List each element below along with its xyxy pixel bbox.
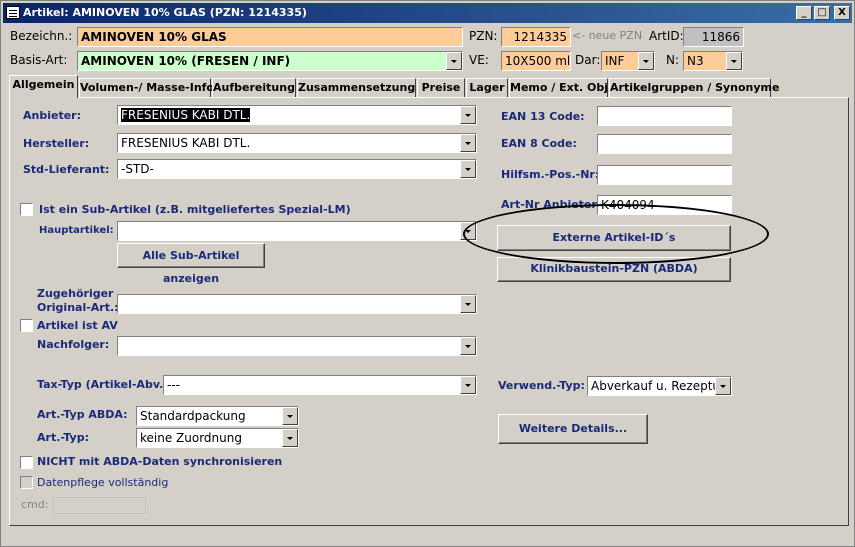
- hauptartikel-label: Hauptartikel:: [39, 225, 114, 236]
- title-bar[interactable]: Artikel: AMINOVEN 10% GLAS (PZN: 1214335…: [3, 3, 852, 23]
- window-title: Artikel: AMINOVEN 10% GLAS (PZN: 1214335…: [23, 6, 307, 19]
- tax-typ-combo[interactable]: ---: [163, 375, 477, 395]
- std-lieferant-value: -STD-: [121, 162, 154, 176]
- tax-typ-value: ---: [167, 378, 180, 392]
- tab-allgemein[interactable]: Allgemein: [9, 75, 78, 98]
- artid-label: ArtID:: [649, 29, 684, 43]
- hersteller-combo[interactable]: FRESENIUS KABI DTL.: [117, 133, 477, 153]
- verwend-typ-combo[interactable]: Abverkauf u. Rezeptur: [587, 376, 732, 396]
- nachfolger-combo[interactable]: [117, 336, 477, 356]
- tab-memo-ext-obj[interactable]: Memo / Ext. Obj.: [509, 78, 612, 97]
- bezeichnung-field[interactable]: AMINOVEN 10% GLAS: [77, 27, 463, 47]
- datenpflege-checkbox: [20, 476, 33, 489]
- artid-field: 11866: [683, 27, 744, 47]
- art-typ-abda-label: Art.-Typ ABDA:: [37, 408, 128, 421]
- neue-pzn-label: <- neue PZN: [572, 29, 643, 42]
- ean8-label: EAN 8 Code:: [501, 137, 577, 150]
- artikel-av-label: Artikel ist AV: [37, 319, 118, 332]
- n-combo[interactable]: N3: [683, 51, 743, 71]
- alle-sub-artikel-button[interactable]: Alle Sub-Artikel anzeigen: [117, 243, 265, 285]
- nachfolger-label: Nachfolger:: [37, 338, 110, 351]
- bezeichnung-label: Bezeichn.:: [10, 29, 73, 43]
- pzn-label: PZN:: [469, 29, 498, 43]
- nicht-abda-checkbox[interactable]: [20, 456, 33, 469]
- nicht-abda-label: NICHT mit ABDA-Daten synchronisieren: [37, 455, 283, 468]
- chevron-down-icon[interactable]: [460, 160, 476, 178]
- n-label: N:: [666, 53, 680, 67]
- chevron-down-icon[interactable]: [460, 295, 476, 313]
- chevron-down-icon[interactable]: [282, 407, 298, 425]
- zugehoeriger-label-1: Zugehöriger: [37, 287, 114, 300]
- tab-volumen-masse[interactable]: Volumen-/ Masse-Info: [79, 78, 214, 97]
- minimize-button[interactable]: _: [796, 6, 812, 20]
- chevron-down-icon[interactable]: [460, 337, 476, 355]
- ean13-label: EAN 13 Code:: [501, 110, 585, 123]
- hilfsm-pos-nr-field[interactable]: [597, 165, 732, 185]
- hauptartikel-combo[interactable]: [117, 221, 477, 241]
- chevron-down-icon[interactable]: [446, 52, 462, 70]
- pzn-field[interactable]: 1214335: [501, 27, 571, 47]
- n-value: N3: [687, 54, 704, 68]
- chevron-down-icon[interactable]: [726, 52, 742, 70]
- zugehoeriger-label-2: Original-Art.:: [37, 301, 119, 314]
- tab-artikelgruppen-synonyme[interactable]: Artikelgruppen / Synonyme: [609, 78, 779, 97]
- basis-art-label: Basis-Art:: [10, 53, 68, 67]
- tab-lager[interactable]: Lager: [466, 78, 508, 97]
- basis-art-value: AMINOVEN 10% (FRESEN / INF): [81, 54, 291, 68]
- tab-aufbereitung[interactable]: Aufbereitung: [212, 78, 296, 97]
- chevron-down-icon[interactable]: [638, 52, 654, 70]
- zugehoeriger-combo[interactable]: [117, 294, 477, 314]
- highlight-ellipse: [463, 204, 769, 264]
- dar-label: Dar:: [575, 53, 601, 67]
- chevron-down-icon[interactable]: [715, 377, 731, 395]
- ean13-field[interactable]: [597, 106, 732, 126]
- maximize-button[interactable]: □: [814, 6, 830, 20]
- anbieter-combo[interactable]: FRESENIUS KABI DTL.: [117, 105, 477, 125]
- basis-art-combo[interactable]: AMINOVEN 10% (FRESEN / INF): [77, 51, 463, 71]
- article-window: Artikel: AMINOVEN 10% GLAS (PZN: 1214335…: [0, 0, 855, 547]
- art-typ-abda-value: Standardpackung: [140, 409, 246, 423]
- std-lieferant-label: Std-Lieferant:: [23, 163, 110, 176]
- ve-field[interactable]: 10X500 ml: [501, 51, 571, 71]
- anbieter-value: FRESENIUS KABI DTL.: [121, 108, 251, 122]
- weitere-details-button[interactable]: Weitere Details...: [498, 414, 648, 444]
- cmd-label: cmd:: [21, 498, 49, 511]
- art-typ-label: Art.-Typ:: [37, 431, 89, 444]
- std-lieferant-combo[interactable]: -STD-: [117, 159, 477, 179]
- tax-typ-label: Tax-Typ (Artikel-Abv.):: [37, 378, 173, 391]
- dar-value: INF: [605, 54, 625, 68]
- chevron-down-icon[interactable]: [460, 106, 476, 124]
- art-typ-abda-combo[interactable]: Standardpackung: [136, 406, 299, 426]
- sub-artikel-checkbox[interactable]: [20, 203, 33, 216]
- tab-preise[interactable]: Preise: [417, 78, 465, 97]
- hersteller-value: FRESENIUS KABI DTL.: [121, 136, 251, 150]
- datenpflege-label: Datenpflege vollständig: [37, 476, 169, 489]
- verwend-typ-label: Verwend.-Typ:: [498, 379, 585, 392]
- art-typ-value: keine Zuordnung: [140, 431, 242, 445]
- chevron-down-icon[interactable]: [460, 376, 476, 394]
- sub-artikel-label: Ist ein Sub-Artikel (z.B. mitgeliefertes…: [39, 203, 351, 216]
- anbieter-label: Anbieter:: [23, 109, 81, 122]
- close-button[interactable]: X: [834, 6, 850, 20]
- hersteller-label: Hersteller:: [23, 137, 90, 150]
- chevron-down-icon[interactable]: [460, 134, 476, 152]
- form-icon: [6, 6, 20, 19]
- ean8-field[interactable]: [597, 134, 732, 154]
- art-typ-combo[interactable]: keine Zuordnung: [136, 428, 299, 448]
- tab-zusammensetzung[interactable]: Zusammensetzung: [297, 78, 416, 97]
- dar-combo[interactable]: INF: [601, 51, 655, 71]
- ve-label: VE:: [469, 53, 489, 67]
- artikel-av-checkbox[interactable]: [20, 319, 33, 332]
- verwend-typ-value: Abverkauf u. Rezeptur: [591, 379, 725, 393]
- cmd-field: [53, 497, 146, 514]
- hilfsm-pos-nr-label: Hilfsm.-Pos.-Nr:: [501, 168, 600, 181]
- chevron-down-icon[interactable]: [282, 429, 298, 447]
